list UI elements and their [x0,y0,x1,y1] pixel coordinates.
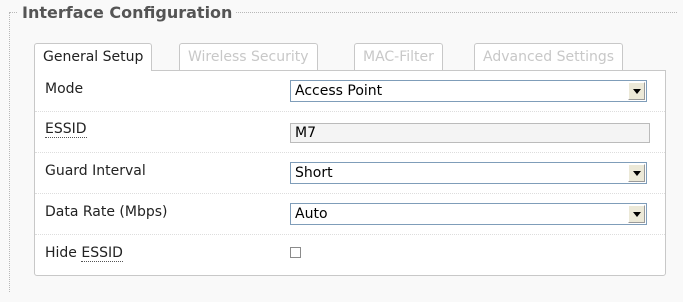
essid-label: ESSID [45,121,87,138]
data-rate-row: Data Rate (Mbps) Auto [35,194,665,235]
data-rate-select[interactable]: Auto [290,203,647,225]
hide-essid-label: Hide ESSID [45,245,123,262]
hide-essid-checkbox[interactable] [290,247,301,258]
general-setup-panel: Mode Access Point ESSID M7 Guard Interva… [34,70,666,276]
section-title: Interface Configuration [18,3,237,22]
chevron-down-icon[interactable] [628,82,645,100]
chevron-down-icon[interactable] [628,205,645,223]
mode-select[interactable]: Access Point [290,80,647,102]
tab-wireless-security[interactable]: Wireless Security [179,43,318,70]
data-rate-label: Data Rate (Mbps) [45,204,168,220]
tab-general-setup[interactable]: General Setup [34,43,153,71]
tab-advanced-settings[interactable]: Advanced Settings [474,43,624,70]
chevron-down-icon[interactable] [628,164,645,182]
guard-interval-select[interactable]: Short [290,162,647,184]
hide-essid-label-prefix: Hide [45,245,82,261]
tab-mac-filter[interactable]: MAC-Filter [354,43,443,70]
guard-interval-label: Guard Interval [45,163,146,179]
mode-select-value: Access Point [295,83,383,99]
essid-input[interactable]: M7 [290,123,650,143]
hide-essid-label-abbr: ESSID [81,245,123,262]
hide-essid-row: Hide ESSID [35,235,665,276]
guard-interval-row: Guard Interval Short [35,153,665,194]
mode-row: Mode Access Point [35,71,665,112]
data-rate-select-value: Auto [295,206,328,222]
mode-label: Mode [45,81,84,97]
essid-row: ESSID M7 [35,112,665,153]
guard-interval-select-value: Short [295,165,333,181]
